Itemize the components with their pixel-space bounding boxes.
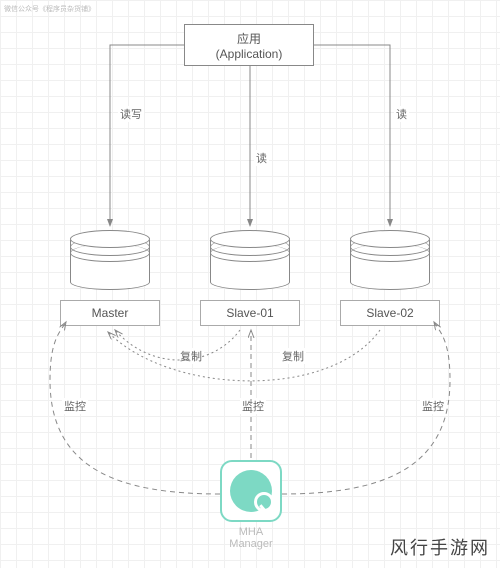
edge-label-readwrite: 读写 — [118, 106, 144, 122]
mha-manager-icon — [230, 470, 272, 512]
edge-label-monitor-center: 监控 — [240, 398, 266, 414]
mha-manager-node: MHA Manager — [220, 460, 282, 550]
master-db-label: Master — [60, 300, 160, 326]
watermark-bottom: 风行手游网 — [390, 534, 490, 560]
database-icon — [210, 230, 290, 298]
slave1-db-label: Slave-01 — [200, 300, 300, 326]
edge-label-read-center: 读 — [254, 150, 269, 166]
slave2-db-node: Slave-02 — [350, 230, 430, 298]
edge-label-replicate-right: 复制 — [280, 348, 306, 364]
application-label-line1: 应用 — [237, 30, 261, 47]
mha-label-line1: MHA — [220, 526, 282, 538]
database-icon — [70, 230, 150, 298]
mha-label-line2: Manager — [220, 538, 282, 550]
master-db-node: Master — [70, 230, 150, 298]
application-label-line2: (Application) — [216, 47, 283, 61]
edge-label-replicate-left: 复制 — [178, 348, 204, 364]
edge-label-read-right: 读 — [394, 106, 409, 122]
slave2-db-label: Slave-02 — [340, 300, 440, 326]
slave1-db-node: Slave-01 — [210, 230, 290, 298]
application-node: 应用 (Application) — [184, 24, 314, 66]
edge-label-monitor-right: 监控 — [420, 398, 446, 414]
database-icon — [350, 230, 430, 298]
watermark-top: 微信公众号《程序员杂货铺》 — [4, 4, 95, 14]
edge-label-monitor-left: 监控 — [62, 398, 88, 414]
